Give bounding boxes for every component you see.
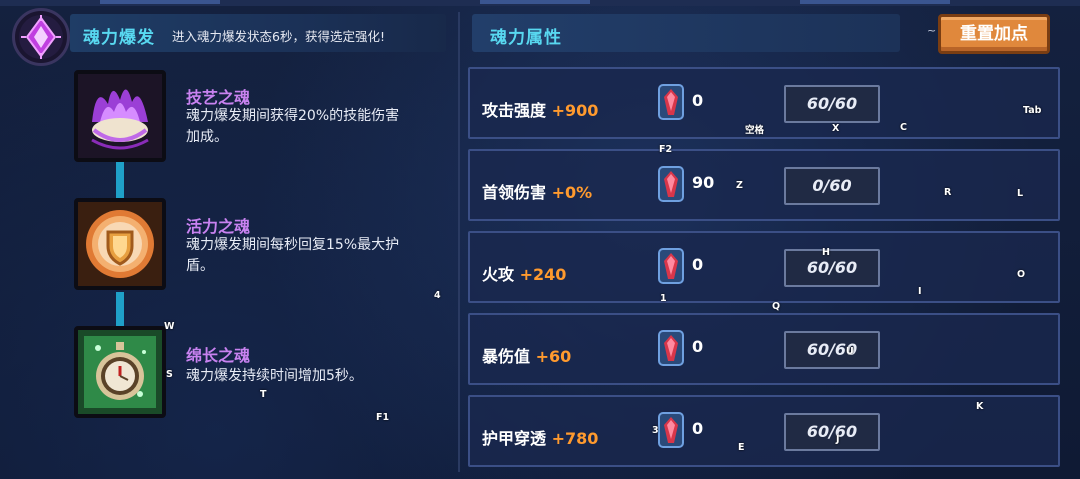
skill-name: 绵长之魂 bbox=[186, 346, 251, 365]
soul-gem-count: 90 bbox=[692, 173, 715, 192]
key-hint: J bbox=[836, 434, 840, 445]
allocation-cap[interactable]: 60/60 bbox=[784, 249, 880, 287]
allocation-cap[interactable]: 0/60 bbox=[784, 167, 880, 205]
attribute-label: 攻击强度 +900 bbox=[482, 101, 599, 120]
skill-description: 魂力爆发期间每秒回复15%最大护盾。 bbox=[186, 237, 400, 274]
green-stopwatch-icon[interactable] bbox=[74, 326, 166, 418]
soul-burst-title: 魂力爆发 bbox=[83, 28, 155, 48]
soul-gem-count: 0 bbox=[692, 419, 704, 438]
key-hint: 1 bbox=[660, 293, 667, 304]
allocation-cap[interactable]: 60/60 bbox=[784, 413, 880, 451]
soul-gem-icon bbox=[656, 165, 686, 203]
attribute-label: 护甲穿透 +780 bbox=[482, 429, 599, 448]
key-hint: F1 bbox=[376, 412, 390, 423]
purple-flame-shell-icon[interactable] bbox=[74, 70, 166, 162]
soul-gem-icon bbox=[656, 411, 686, 449]
attribute-label: 首领伤害 +0% bbox=[482, 183, 593, 202]
skill-connector bbox=[116, 292, 124, 328]
attributes-title: 魂力属性 bbox=[490, 28, 562, 48]
golden-shield-icon[interactable] bbox=[74, 198, 166, 290]
key-hint: T bbox=[260, 389, 267, 400]
skill-name: 技艺之魂 bbox=[186, 88, 251, 107]
key-hint: E bbox=[738, 442, 745, 453]
key-hint: 空格 bbox=[745, 125, 765, 136]
skill-name: 活力之魂 bbox=[186, 217, 251, 236]
reset-key-hint: ~ bbox=[927, 24, 937, 37]
key-hint: R bbox=[944, 187, 952, 198]
allocation-cap[interactable]: 60/60 bbox=[784, 85, 880, 123]
soul-gem-icon bbox=[656, 83, 686, 121]
key-hint: Q bbox=[772, 301, 781, 312]
key-hint: L bbox=[1017, 188, 1024, 199]
key-hint: H bbox=[822, 247, 830, 258]
key-hint: X bbox=[832, 123, 840, 134]
panel-divider bbox=[458, 12, 460, 472]
attribute-bonus: +60 bbox=[535, 347, 572, 366]
key-hint: C bbox=[900, 122, 907, 133]
attribute-bonus: +240 bbox=[519, 265, 567, 284]
key-hint: 4 bbox=[434, 290, 441, 301]
key-hint: U bbox=[846, 346, 854, 357]
key-hint: Z bbox=[736, 180, 743, 191]
allocation-cap[interactable]: 60/60 bbox=[784, 331, 880, 369]
skill-description: 魂力爆发持续时间增加5秒。 bbox=[186, 368, 363, 384]
attribute-bonus: +780 bbox=[551, 429, 599, 448]
key-hint: O bbox=[1017, 269, 1026, 280]
attribute-bonus: +0% bbox=[551, 183, 593, 202]
attribute-row: 护甲穿透 +780 0 60/60 bbox=[468, 395, 1060, 467]
top-tab-strip bbox=[0, 0, 1080, 6]
attribute-row: 首领伤害 +0% 90 0/60 bbox=[468, 149, 1060, 221]
skill-description: 魂力爆发期间获得20%的技能伤害加成。 bbox=[186, 108, 400, 145]
attribute-label: 火攻 +240 bbox=[482, 265, 567, 284]
key-hint: F2 bbox=[659, 144, 673, 155]
key-hint: K bbox=[976, 401, 984, 412]
key-hint: Tab bbox=[1023, 105, 1042, 116]
key-hint: W bbox=[164, 321, 175, 332]
reset-points-button[interactable]: 重置加点 bbox=[938, 14, 1050, 54]
key-hint: I bbox=[918, 286, 922, 297]
attribute-label: 暴伤值 +60 bbox=[482, 347, 572, 366]
soul-crystal-icon bbox=[12, 8, 70, 66]
soul-gem-count: 0 bbox=[692, 91, 704, 110]
soul-gem-count: 0 bbox=[692, 255, 704, 274]
soul-gem-count: 0 bbox=[692, 337, 704, 356]
attribute-bonus: +900 bbox=[551, 101, 599, 120]
soul-burst-description: 进入魂力爆发状态6秒，获得选定强化! bbox=[172, 29, 385, 44]
attribute-row: 暴伤值 +60 0 60/60 bbox=[468, 313, 1060, 385]
skill-connector bbox=[116, 160, 124, 200]
key-hint: 3 bbox=[652, 425, 659, 436]
key-hint: S bbox=[166, 369, 173, 380]
soul-gem-icon bbox=[656, 247, 686, 285]
soul-gem-icon bbox=[656, 329, 686, 367]
attribute-row: 火攻 +240 0 60/60 bbox=[468, 231, 1060, 303]
